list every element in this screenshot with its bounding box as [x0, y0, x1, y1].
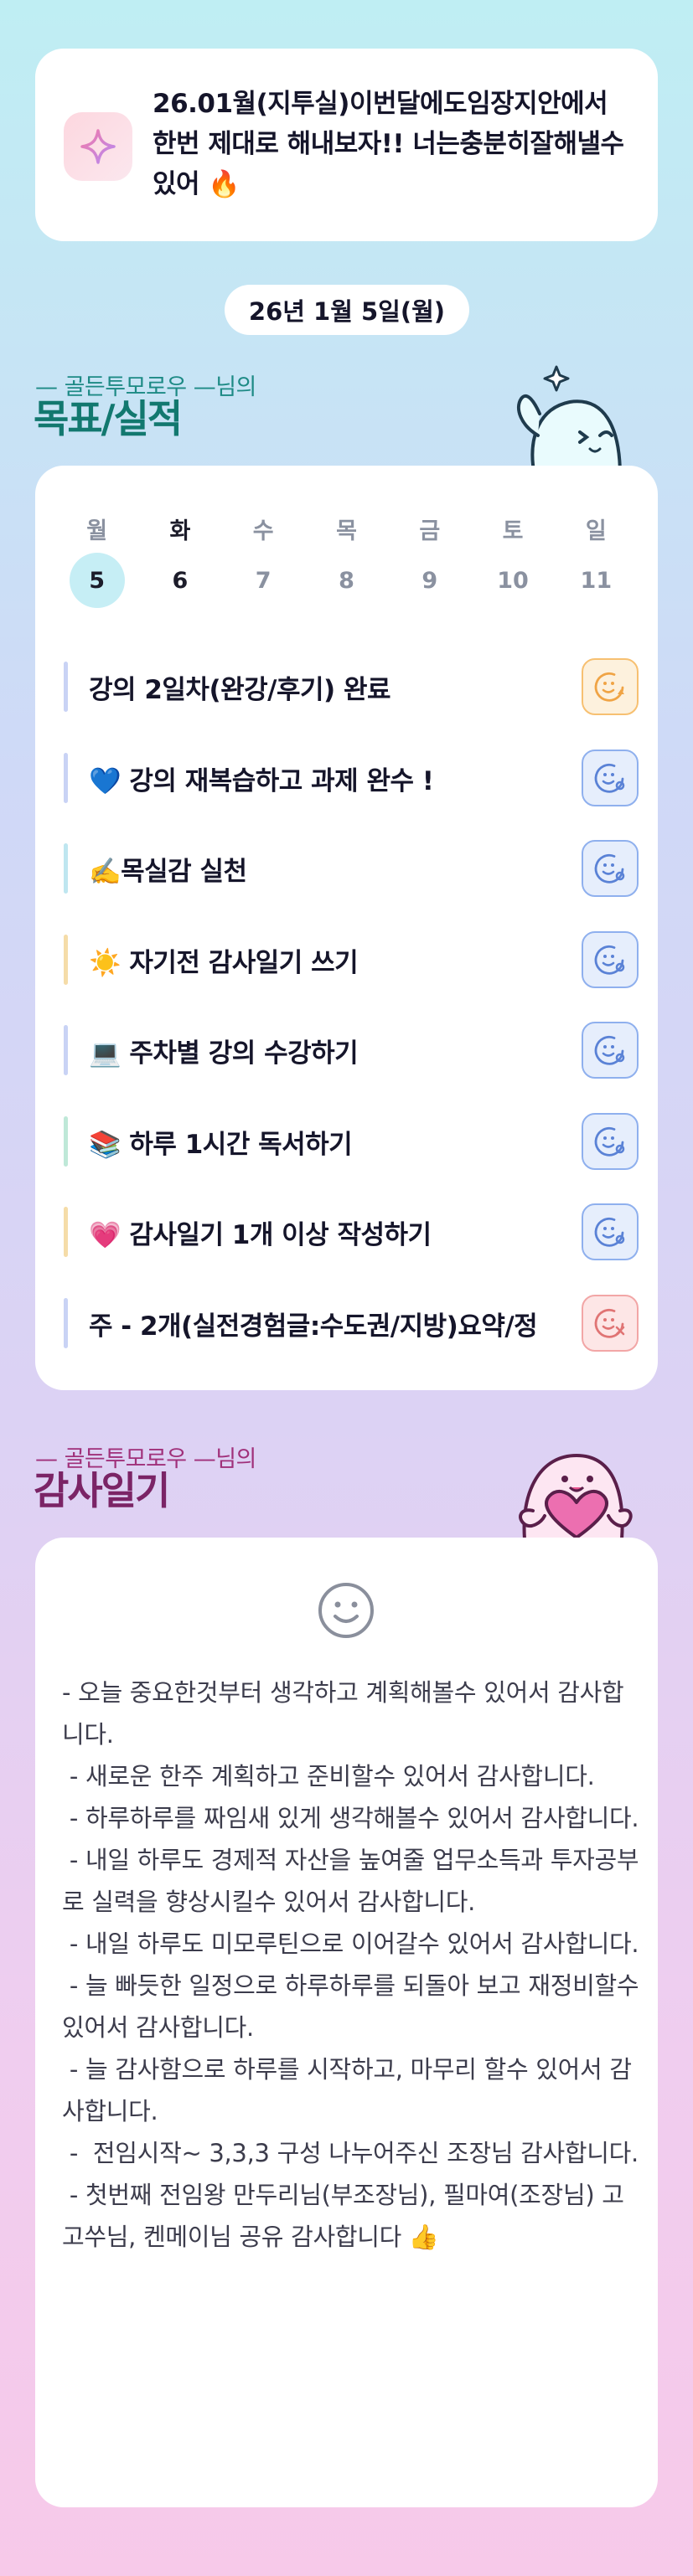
day-button[interactable]: 8 — [318, 553, 374, 608]
task-label: 주 - 2개(실전경험글:수도권/지방)요약/정 — [89, 1311, 538, 1342]
check-face-icon[interactable] — [582, 1022, 639, 1079]
task-color-bar — [64, 662, 68, 712]
task-label: ✍️목실감 실천 — [89, 856, 247, 887]
weekday-label: 목 — [336, 518, 357, 544]
task-color-bar — [64, 753, 68, 803]
task-label: 💙 강의 재복습하고 과제 완수 ! — [89, 765, 434, 796]
task-color-bar — [64, 1207, 68, 1257]
diary-section-title: 감사일기 — [34, 1468, 170, 1513]
task-row[interactable]: 📚 하루 1시간 독서하기 — [64, 1113, 639, 1170]
check-face-icon[interactable] — [582, 750, 639, 806]
day-button[interactable]: 6 — [153, 553, 208, 608]
task-row[interactable]: 💻 주차별 강의 수강하기 — [64, 1022, 639, 1079]
task-color-bar — [64, 843, 68, 894]
task-row[interactable]: ✍️목실감 실천 — [64, 840, 639, 897]
task-row[interactable]: ☀️ 자기전 감사일기 쓰기 — [64, 931, 639, 988]
task-label: ☀️ 자기전 감사일기 쓰기 — [89, 947, 359, 978]
task-color-bar — [64, 1116, 68, 1167]
check-face-icon[interactable] — [582, 931, 639, 988]
day-button[interactable]: 10 — [485, 553, 540, 608]
task-color-bar — [64, 1298, 68, 1348]
weekday-label: 금 — [419, 518, 441, 544]
day-button[interactable]: 11 — [568, 553, 623, 608]
mascot-heart-illustration — [519, 1453, 633, 1539]
task-label: 강의 2일차(완강/후기) 완료 — [89, 674, 391, 705]
task-color-bar — [64, 1025, 68, 1075]
goals-section-title: 목표/실적 — [34, 396, 183, 441]
day-button[interactable]: 5 — [69, 553, 125, 608]
check-face-icon[interactable] — [582, 840, 639, 897]
task-color-bar — [64, 935, 68, 985]
task-row[interactable]: 💙 강의 재복습하고 과제 완수 ! — [64, 750, 639, 806]
task-label: 💗 감사일기 1개 이상 작성하기 — [89, 1219, 432, 1250]
motto-text: 26.01월(지투실)이번달에도임장지안에서 한번 제대로 해내보자!! 너는충… — [153, 89, 624, 199]
motto-card: 26.01월(지투실)이번달에도임장지안에서 한번 제대로 해내보자!! 너는충… — [35, 49, 658, 241]
diary-entry-text: - 오늘 중요한것부터 생각하고 계획해볼수 있어서 감사합니다. - 새로운 … — [62, 1678, 639, 2251]
mascot-illustration — [516, 365, 623, 476]
task-row[interactable]: 주 - 2개(실전경험글:수도권/지방)요약/정 — [64, 1295, 639, 1352]
weekday-label: 일 — [585, 518, 607, 544]
weekday-label: 화 — [169, 518, 191, 544]
fail-face-icon[interactable] — [582, 1295, 639, 1352]
task-row[interactable]: 강의 2일차(완강/후기) 완료 — [64, 658, 639, 715]
weekday-header-row: 월 화 수 목 금 토 일 — [55, 513, 638, 545]
task-row[interactable]: 💗 감사일기 1개 이상 작성하기 — [64, 1203, 639, 1260]
smiley-icon — [318, 1583, 374, 1638]
weekday-label: 월 — [86, 518, 108, 544]
weekday-label: 토 — [502, 518, 524, 544]
date-row: 5 6 7 8 9 10 11 — [55, 553, 638, 608]
date-selector[interactable]: 26년 1월 5일(월) — [225, 285, 469, 335]
check-face-icon[interactable] — [582, 1113, 639, 1170]
task-label: 📚 하루 1시간 독서하기 — [89, 1129, 353, 1160]
day-button[interactable]: 9 — [402, 553, 458, 608]
goals-card: 월 화 수 목 금 토 일 5 6 7 8 9 10 11 강의 2일차(완강/… — [35, 466, 658, 1390]
day-button[interactable]: 7 — [235, 553, 291, 608]
task-label: 💻 주차별 강의 수강하기 — [89, 1038, 359, 1069]
check-face-icon[interactable] — [582, 1203, 639, 1260]
done-face-icon[interactable] — [582, 658, 639, 715]
sparkle-icon — [64, 112, 132, 181]
diary-card: - 오늘 중요한것부터 생각하고 계획해볼수 있어서 감사합니다. - 새로운 … — [35, 1538, 658, 2507]
weekday-label: 수 — [252, 518, 274, 544]
